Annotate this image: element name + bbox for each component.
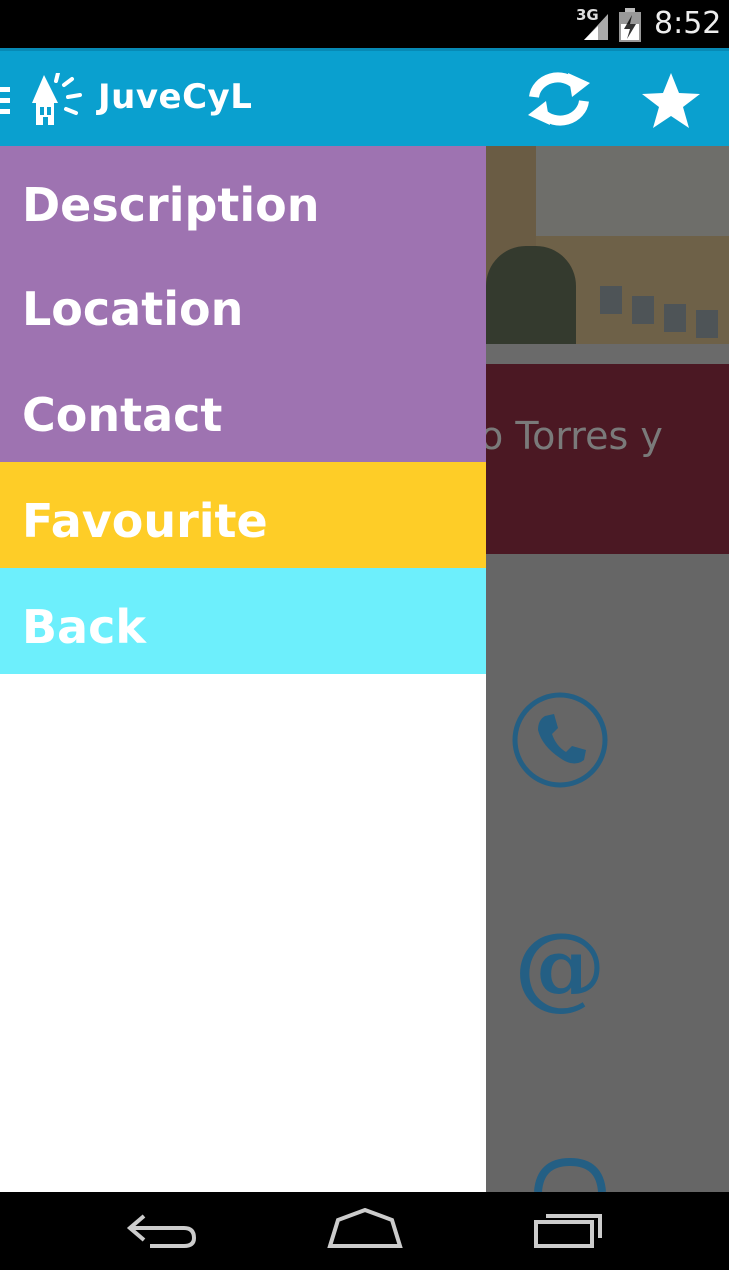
app-title: JuveCyL <box>98 77 253 117</box>
drawer-item-label: Favourite <box>22 494 268 548</box>
clock: 8:52 <box>654 6 722 41</box>
drawer-indicator-icon[interactable] <box>0 87 10 115</box>
detail-title: o Torres y <box>480 414 663 458</box>
drawer-item-label: Location <box>22 282 244 336</box>
link-icon[interactable] <box>530 1158 610 1192</box>
refresh-icon[interactable] <box>524 69 594 129</box>
recents-icon[interactable] <box>532 1206 606 1250</box>
juvecyl-logo-icon[interactable] <box>28 73 88 129</box>
system-nav-bar <box>0 1192 729 1270</box>
at-icon[interactable]: @ <box>513 924 607 1014</box>
svg-text:@: @ <box>514 924 606 1014</box>
drawer-item-favourite[interactable]: Favourite <box>0 462 486 568</box>
back-icon[interactable] <box>126 1208 198 1252</box>
star-icon[interactable] <box>640 71 702 131</box>
drawer-item-label: Contact <box>22 388 223 442</box>
phone-icon[interactable] <box>512 692 608 788</box>
drawer-item-location[interactable]: Location <box>0 250 486 356</box>
navigation-drawer: Description Location Contact Favourite B… <box>0 146 486 1192</box>
drawer-item-contact[interactable]: Contact <box>0 356 486 462</box>
action-bar: JuveCyL <box>0 48 729 149</box>
battery-icon <box>619 8 641 42</box>
status-bar: 3G 8:52 <box>0 0 729 48</box>
signal-icon <box>584 14 608 40</box>
drawer-item-label: Back <box>22 600 146 654</box>
drawer-item-description[interactable]: Description <box>0 146 486 250</box>
home-icon[interactable] <box>326 1208 404 1252</box>
drawer-item-back[interactable]: Back <box>0 568 486 674</box>
drawer-item-label: Description <box>22 178 320 232</box>
